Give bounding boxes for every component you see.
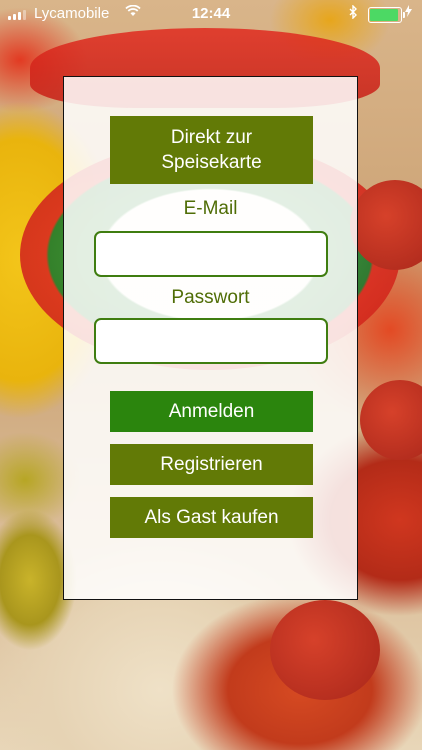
go-to-menu-button[interactable]: Direkt zur Speisekarte <box>110 116 313 184</box>
pepperoni-slice <box>360 380 422 460</box>
battery-icon <box>368 7 405 23</box>
status-bar: Lycamobile 12:44 <box>0 0 422 28</box>
register-button[interactable]: Registrieren <box>110 444 313 485</box>
charging-bolt-icon <box>405 5 412 20</box>
clock-time: 12:44 <box>191 5 231 22</box>
email-label: E-Mail <box>183 198 238 219</box>
email-field[interactable] <box>94 231 328 277</box>
password-field[interactable] <box>94 318 328 364</box>
guest-checkout-button[interactable]: Als Gast kaufen <box>110 497 313 538</box>
login-button[interactable]: Anmelden <box>110 391 313 432</box>
pepperoni-slice <box>270 600 380 700</box>
login-panel: Direkt zur Speisekarte E-Mail Passwort A… <box>63 76 358 600</box>
bluetooth-icon <box>349 4 358 22</box>
battery-level-fill <box>370 9 399 21</box>
password-label: Passwort <box>171 287 250 308</box>
